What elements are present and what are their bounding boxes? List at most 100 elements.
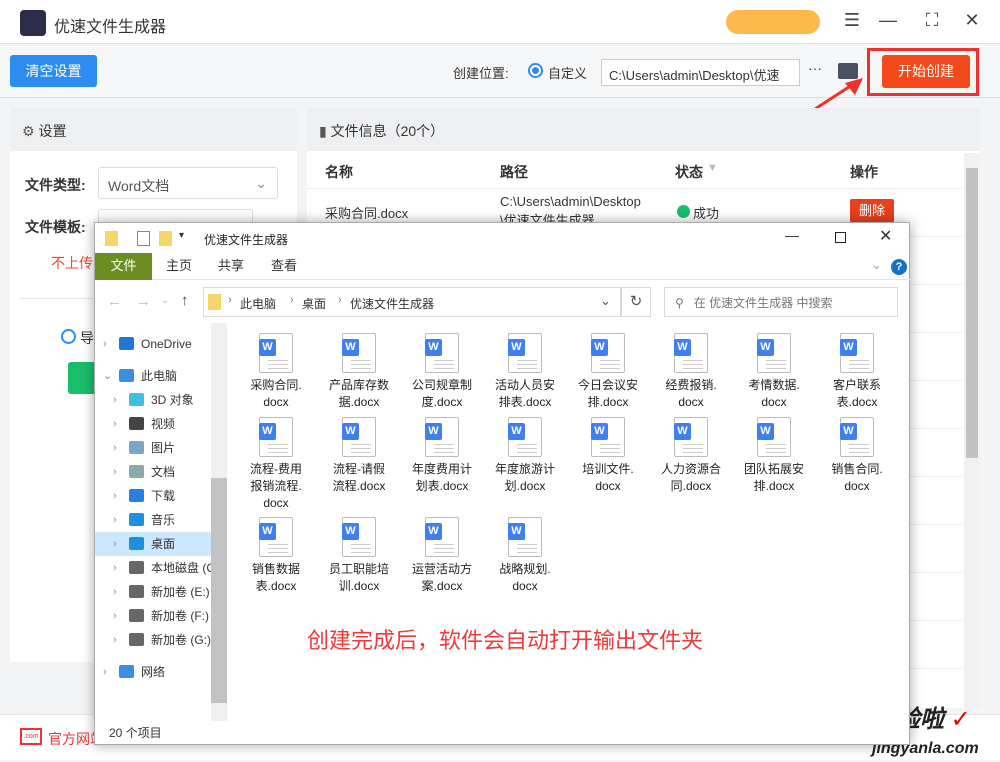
nav-item[interactable]: › 图片	[95, 436, 211, 460]
explorer-maximize-icon[interactable]	[835, 232, 846, 243]
file-item[interactable]: W 流程-请假 流程.docx	[318, 417, 400, 495]
file-item[interactable]: W 人力资源合 同.docx	[650, 417, 732, 495]
chevron-right-icon[interactable]: ›	[113, 412, 117, 436]
file-item[interactable]: W 年度旅游计 划.docx	[484, 417, 566, 495]
folder-icon	[208, 294, 221, 310]
column-path: 路径	[500, 164, 528, 180]
file-name-line: docx	[263, 496, 289, 510]
scrollbar-thumb[interactable]	[211, 478, 227, 703]
nav-item[interactable]: › 新加卷 (E:)	[95, 580, 211, 604]
breadcrumb-item[interactable]: 桌面	[302, 295, 326, 312]
file-item[interactable]: W 团队拓展安 排.docx	[733, 417, 815, 495]
clear-settings-button[interactable]: 清空设置	[10, 55, 97, 87]
file-name-line: 同.docx	[670, 479, 712, 493]
tab-view[interactable]: 查看	[254, 253, 314, 280]
chevron-right-icon[interactable]: ›	[113, 508, 117, 532]
chevron-right-icon[interactable]: ›	[113, 388, 117, 412]
properties-icon[interactable]	[137, 231, 150, 246]
chevron-right-icon[interactable]: ›	[113, 628, 117, 652]
nav-item[interactable]: › 下载	[95, 484, 211, 508]
chevron-right-icon[interactable]: ›	[113, 532, 117, 556]
chevron-right-icon[interactable]: ›	[103, 332, 107, 356]
ribbon-expand-icon[interactable]: ⌄	[871, 257, 882, 273]
chevron-right-icon[interactable]: ›	[113, 604, 117, 628]
file-item[interactable]: W 考情数据. docx	[733, 333, 815, 411]
file-item[interactable]: W 采购合同. docx	[235, 333, 317, 411]
file-item[interactable]: W 销售数据 表.docx	[235, 517, 317, 595]
back-icon[interactable]: ←	[107, 293, 122, 310]
nav-item[interactable]: › 文档	[95, 460, 211, 484]
nav-item[interactable]: › OneDrive	[95, 332, 211, 356]
tab-share[interactable]: 共享	[201, 253, 261, 280]
breadcrumb-item[interactable]: 此电脑	[240, 295, 276, 312]
chevron-right-icon[interactable]: ›	[113, 484, 117, 508]
file-item[interactable]: W 公司规章制 度.docx	[401, 333, 483, 411]
quick-access-dropdown-icon[interactable]: ▾	[179, 230, 184, 241]
file-item[interactable]: W 员工职能培 训.docx	[318, 517, 400, 595]
nav-item[interactable]: › 视频	[95, 412, 211, 436]
file-item[interactable]: W 客户联系 表.docx	[816, 333, 898, 411]
file-item[interactable]: W 活动人员安 排表.docx	[484, 333, 566, 411]
nav-item[interactable]: › 3D 对象	[95, 388, 211, 412]
nav-scrollbar[interactable]	[211, 323, 227, 721]
app-title: 优速文件生成器	[54, 19, 167, 36]
breadcrumb-item[interactable]: 优速文件生成器	[350, 295, 434, 312]
nav-item-label: 图片	[151, 441, 176, 455]
chevron-right-icon[interactable]: ›	[113, 460, 117, 484]
tab-file[interactable]: 文件	[95, 253, 152, 280]
chevron-down-icon[interactable]: ⌄	[103, 364, 112, 388]
nav-item[interactable]: › 新加卷 (F:)	[95, 604, 211, 628]
nav-item[interactable]: › 本地磁盘 (C:)	[95, 556, 211, 580]
address-bar[interactable]: › 此电脑 › 桌面 › 优速文件生成器 ⌄	[203, 287, 621, 317]
nav-item[interactable]: › 音乐	[95, 508, 211, 532]
chevron-right-icon[interactable]: ›	[103, 660, 107, 684]
more-button[interactable]: ···	[808, 60, 822, 76]
new-folder-icon[interactable]	[159, 231, 172, 246]
import-radio[interactable]	[61, 329, 76, 344]
title-bar: 优速文件生成器 ☰ — ⛶ ✕	[0, 0, 1000, 44]
chevron-right-icon[interactable]: ›	[113, 436, 117, 460]
cloud-icon	[119, 337, 134, 350]
file-item[interactable]: W 销售合同. docx	[816, 417, 898, 495]
file-item[interactable]: W 年度费用计 划表.docx	[401, 417, 483, 495]
custom-radio[interactable]	[528, 63, 543, 78]
file-info-title: 文件信息（20个）	[330, 123, 445, 139]
file-type-select[interactable]: Word文档 ⌄	[98, 167, 278, 199]
address-dropdown-icon[interactable]: ⌄	[600, 293, 611, 309]
refresh-icon[interactable]: ↻	[621, 287, 651, 317]
menu-icon[interactable]: ☰	[840, 10, 864, 31]
tab-home[interactable]: 主页	[149, 253, 209, 280]
path-input[interactable]: C:\Users\admin\Desktop\优速	[601, 59, 800, 86]
file-item[interactable]: W 产品库存数 据.docx	[318, 333, 400, 411]
word-file-icon: W	[840, 417, 874, 457]
maximize-icon[interactable]: ⛶	[920, 10, 944, 31]
promo-badge[interactable]	[726, 10, 820, 34]
nav-item[interactable]: › 新加卷 (G:)	[95, 628, 211, 652]
nav-item[interactable]: ⌄ 此电脑	[95, 364, 211, 388]
filter-icon[interactable]: ▼	[707, 162, 718, 174]
search-input[interactable]: ⚲ 在 优速文件生成器 中搜索	[664, 287, 898, 317]
file-item[interactable]: W 今日会议安 排.docx	[567, 333, 649, 411]
file-item[interactable]: W 经费报销. docx	[650, 333, 732, 411]
file-name-line: 度.docx	[421, 395, 463, 409]
forward-icon[interactable]: →	[136, 293, 151, 310]
file-item[interactable]: W 运营活动方 案.docx	[401, 517, 483, 595]
explorer-minimize-icon[interactable]: —	[785, 227, 799, 243]
chevron-right-icon[interactable]: ›	[113, 556, 117, 580]
nav-item[interactable]: › 桌面	[95, 532, 211, 556]
scrollbar-thumb[interactable]	[966, 168, 978, 458]
file-item[interactable]: W 流程-费用 报销流程. docx	[235, 417, 317, 512]
minimize-icon[interactable]: —	[876, 10, 900, 31]
nav-item[interactable]: › 网络	[95, 660, 211, 684]
up-icon[interactable]: ↑	[181, 292, 189, 309]
help-icon[interactable]: ?	[891, 259, 907, 275]
table-scrollbar[interactable]	[964, 153, 980, 708]
explorer-close-icon[interactable]: ✕	[879, 226, 892, 246]
file-item[interactable]: W 战略规划. docx	[484, 517, 566, 595]
chevron-right-icon[interactable]: ›	[113, 580, 117, 604]
delete-button[interactable]: 删除	[850, 199, 894, 223]
close-icon[interactable]: ✕	[960, 10, 984, 31]
recent-dropdown-icon[interactable]: ⌄	[161, 295, 169, 306]
file-type-value: Word文档	[108, 178, 170, 194]
file-item[interactable]: W 培训文件. docx	[567, 417, 649, 495]
